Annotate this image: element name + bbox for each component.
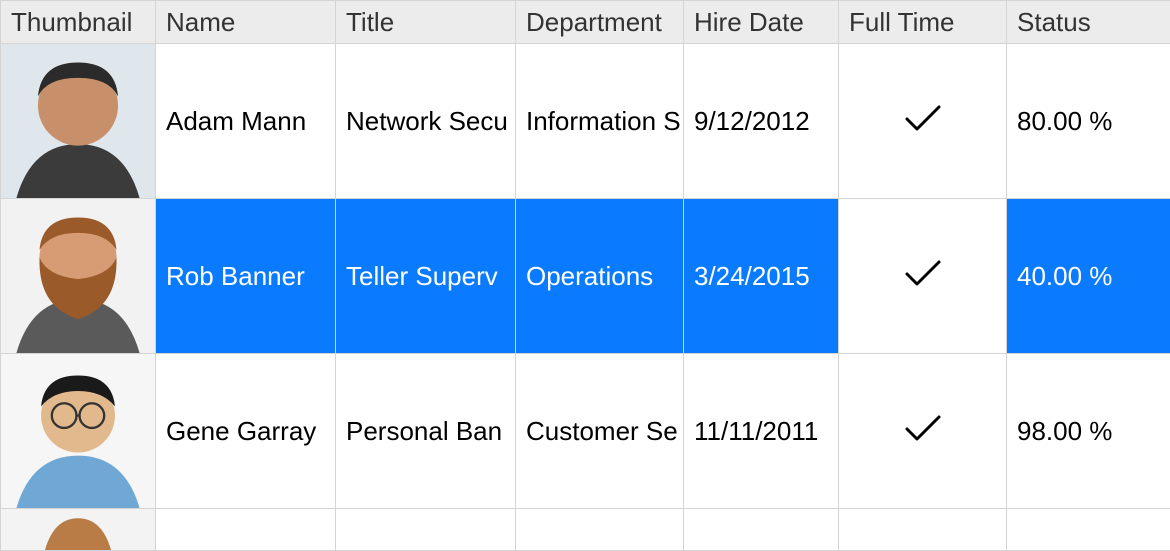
table-header-row: Thumbnail Name Title Department Hire Dat… xyxy=(1,1,1170,44)
cell-status[interactable]: 40.00 % xyxy=(1007,199,1170,354)
column-header-name[interactable]: Name xyxy=(156,1,336,44)
avatar xyxy=(1,199,155,353)
cell-thumbnail[interactable] xyxy=(1,199,156,354)
cell-full-time[interactable] xyxy=(839,44,1007,199)
employee-table[interactable]: Thumbnail Name Title Department Hire Dat… xyxy=(0,0,1170,551)
column-header-title[interactable]: Title xyxy=(336,1,516,44)
cell-status[interactable] xyxy=(1007,509,1170,551)
avatar xyxy=(1,44,155,198)
cell-name[interactable] xyxy=(156,509,336,551)
cell-name[interactable]: Gene Garray xyxy=(156,354,336,509)
cell-full-time[interactable] xyxy=(839,354,1007,509)
column-header-status[interactable]: Status xyxy=(1007,1,1170,44)
cell-name[interactable]: Rob Banner xyxy=(156,199,336,354)
cell-status[interactable]: 98.00 % xyxy=(1007,354,1170,509)
cell-full-time[interactable] xyxy=(839,509,1007,551)
cell-status[interactable]: 80.00 % xyxy=(1007,44,1170,199)
checkmark-icon xyxy=(904,258,942,288)
cell-title[interactable] xyxy=(336,509,516,551)
table-row[interactable] xyxy=(1,509,1170,551)
cell-department[interactable]: Information S xyxy=(516,44,684,199)
cell-title[interactable]: Network Secu xyxy=(336,44,516,199)
cell-full-time[interactable] xyxy=(839,199,1007,354)
column-header-thumbnail[interactable]: Thumbnail xyxy=(1,1,156,44)
cell-thumbnail[interactable] xyxy=(1,509,156,551)
cell-hire-date[interactable]: 3/24/2015 xyxy=(684,199,839,354)
cell-hire-date[interactable]: 11/11/2011 xyxy=(684,354,839,509)
cell-department[interactable]: Operations xyxy=(516,199,684,354)
checkmark-icon xyxy=(904,103,942,133)
avatar xyxy=(1,509,155,550)
column-header-full-time[interactable]: Full Time xyxy=(839,1,1007,44)
cell-name[interactable]: Adam Mann xyxy=(156,44,336,199)
table-row[interactable]: Rob Banner Teller Superv Operations 3/24… xyxy=(1,199,1170,354)
cell-department[interactable] xyxy=(516,509,684,551)
table-row[interactable]: Gene Garray Personal Ban Customer Se 11/… xyxy=(1,354,1170,509)
cell-title[interactable]: Teller Superv xyxy=(336,199,516,354)
cell-hire-date[interactable] xyxy=(684,509,839,551)
cell-hire-date[interactable]: 9/12/2012 xyxy=(684,44,839,199)
table-row[interactable]: Adam Mann Network Secu Information S 9/1… xyxy=(1,44,1170,199)
cell-title[interactable]: Personal Ban xyxy=(336,354,516,509)
avatar xyxy=(1,354,155,508)
column-header-hire-date[interactable]: Hire Date xyxy=(684,1,839,44)
cell-thumbnail[interactable] xyxy=(1,354,156,509)
checkmark-icon xyxy=(904,413,942,443)
cell-thumbnail[interactable] xyxy=(1,44,156,199)
column-header-department[interactable]: Department xyxy=(516,1,684,44)
cell-department[interactable]: Customer Se xyxy=(516,354,684,509)
